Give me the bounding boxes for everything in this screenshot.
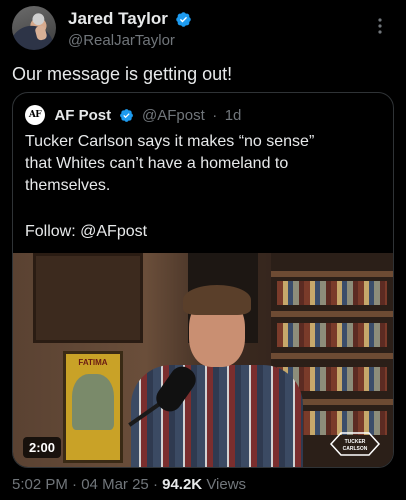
views-count: 94.2K — [162, 476, 203, 493]
verified-badge-icon — [176, 11, 192, 27]
author-display-name[interactable]: Jared Taylor — [68, 9, 168, 29]
quoted-avatar[interactable]: AF — [25, 105, 45, 125]
quoted-display-name[interactable]: AF Post — [54, 107, 111, 124]
video-scene-books — [277, 281, 387, 305]
quoted-separator: · — [212, 106, 218, 124]
quoted-body-line: that Whites can’t have a homeland to — [25, 155, 289, 172]
quoted-follow-text: Follow: @AFpost — [25, 223, 148, 240]
video-player[interactable]: FATIMA 2:00 TUCKER CARLSON — [13, 253, 393, 467]
poster-figure — [72, 374, 114, 430]
quoted-handle[interactable]: @AFpost — [142, 107, 205, 124]
quoted-body-line: Tucker Carlson says it makes “no sense” — [25, 133, 315, 150]
avatar-hand — [34, 24, 48, 42]
meta-separator: · — [152, 476, 158, 493]
author-name-block: Jared Taylor @RealJarTaylor — [68, 9, 192, 49]
video-scene-books — [277, 323, 387, 347]
video-scene-shelf — [271, 311, 393, 317]
quoted-body: Tucker Carlson says it makes “no sense” … — [25, 131, 385, 197]
meta-separator: · — [72, 476, 78, 493]
verified-badge-icon — [119, 108, 133, 122]
author-handle[interactable]: @RealJarTaylor — [68, 32, 192, 49]
video-scene-person-body — [131, 365, 303, 467]
tucker-carlson-logo-icon: TUCKER CARLSON — [329, 432, 381, 456]
video-duration-badge: 2:00 — [23, 437, 62, 458]
tweet-meta: 5:02 PM · 04 Mar 25 · 94.2K Views — [12, 476, 246, 493]
author-avatar[interactable] — [12, 6, 56, 50]
video-scene-person-hair — [183, 285, 251, 315]
quoted-timestamp[interactable]: 1d — [225, 107, 242, 124]
tweet-text: Our message is getting out! — [12, 64, 233, 84]
quoted-tweet[interactable]: AF AF Post @AFpost · 1d Tucker Carlson s… — [12, 92, 394, 468]
more-options-icon[interactable] — [370, 16, 390, 36]
svg-text:CARLSON: CARLSON — [343, 446, 368, 452]
video-scene-poster: FATIMA — [63, 351, 123, 463]
svg-text:TUCKER: TUCKER — [345, 439, 366, 445]
quoted-header: AF AF Post @AFpost · 1d — [25, 105, 241, 125]
video-scene-shelf — [271, 271, 393, 277]
video-scene-wall-panel — [33, 253, 143, 343]
views-label: Views — [206, 476, 247, 493]
tweet-date[interactable]: 04 Mar 25 — [81, 476, 149, 493]
quoted-body-line: themselves. — [25, 177, 111, 194]
poster-text: FATIMA — [78, 358, 108, 367]
tweet-header: Jared Taylor @RealJarTaylor — [12, 6, 394, 50]
video-scene-shelf — [271, 353, 393, 359]
tweet-time[interactable]: 5:02 PM — [12, 476, 68, 493]
